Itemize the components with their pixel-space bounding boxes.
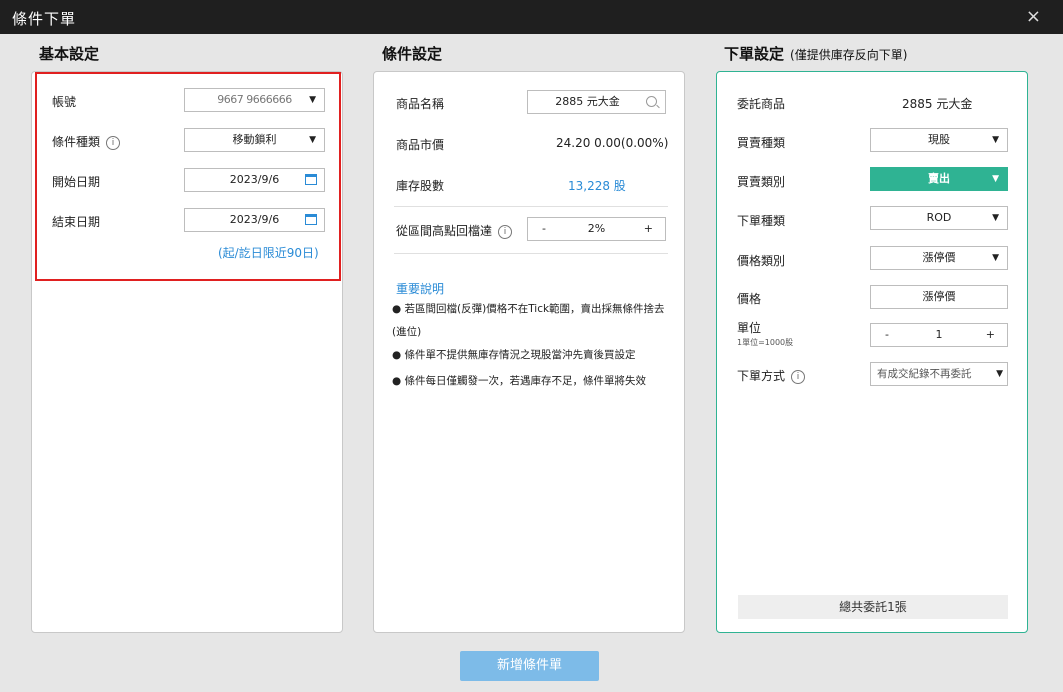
condition-type-label-text: 條件種類	[52, 135, 101, 149]
side-select[interactable]: 賣出 ▼	[870, 167, 1008, 191]
search-icon[interactable]	[646, 96, 657, 107]
divider	[394, 206, 668, 207]
unit-value: 1	[935, 328, 943, 341]
unit-sub-label: 1單位=1000股	[737, 338, 794, 347]
end-date-value: 2023/9/6	[229, 213, 280, 226]
decrement-button[interactable]: -	[542, 218, 546, 240]
add-condition-order-button[interactable]: 新增條件單	[460, 651, 599, 681]
market-price-value: 24.20 0.00(0.00%)	[556, 136, 669, 150]
note-item: ● 若區間回檔(反彈)價格不在Tick範圍，賣出採無條件捨去(進位)	[392, 303, 665, 338]
side-value: 賣出	[928, 172, 950, 185]
side-label: 買賣類別	[737, 175, 786, 189]
product-label: 委託商品	[737, 97, 786, 111]
start-date-field[interactable]: 2023/9/6	[184, 168, 325, 192]
pullback-value: 2%	[587, 222, 606, 235]
info-icon[interactable]: i	[498, 224, 513, 239]
unit-stepper[interactable]: - 1 +	[870, 323, 1008, 347]
price-label: 價格	[737, 292, 762, 306]
chevron-down-icon: ▼	[992, 135, 999, 145]
chevron-down-icon: ▼	[996, 369, 1003, 379]
trade-type-select[interactable]: 現股 ▼	[870, 128, 1008, 152]
conditional-order-window: 條件下單 × 基本設定 條件設定 下單設定 (僅提供庫存反向下單) 帳號 9667…	[0, 0, 1063, 692]
condition-type-value: 移動鎖利	[232, 133, 277, 146]
close-icon[interactable]: ×	[1026, 6, 1041, 27]
method-label-text: 下單方式	[737, 369, 786, 383]
condition-type-select[interactable]: 移動鎖利 ▼	[184, 128, 325, 152]
price-input[interactable]: 漲停價	[870, 285, 1008, 309]
product-value: 2885 元大金	[902, 97, 973, 111]
info-icon[interactable]: i	[791, 369, 806, 384]
condition-settings-panel: 商品名稱 2885 元大金 商品市價 24.20 0.00(0.00%) 庫存股…	[373, 71, 685, 633]
total-order-summary: 總共委託1張	[738, 595, 1008, 619]
basic-settings-title: 基本設定	[39, 45, 100, 63]
method-label: 下單方式 i	[737, 367, 806, 384]
chevron-down-icon: ▼	[992, 253, 999, 263]
note-item: ● 條件每日僅觸發一次，若遇庫存不足，條件單將失效	[392, 375, 646, 387]
pullback-stepper[interactable]: - 2% +	[527, 217, 666, 241]
calendar-icon[interactable]	[305, 214, 317, 225]
order-settings-title-text: 下單設定	[724, 45, 785, 63]
basic-settings-panel: 帳號 9667 9666666 ▼ 條件種類 i 移動鎖利 ▼ 開始日期 2023…	[31, 71, 343, 633]
order-type-select[interactable]: ROD ▼	[870, 206, 1008, 230]
unit-label: 單位	[737, 321, 762, 335]
chevron-down-icon: ▼	[992, 213, 999, 223]
condition-type-label: 條件種類 i	[52, 133, 121, 150]
price-type-label: 價格類別	[737, 254, 786, 268]
calendar-icon[interactable]	[305, 174, 317, 185]
info-icon[interactable]: i	[106, 135, 121, 150]
end-date-label: 結束日期	[52, 215, 101, 229]
note-item: ● 條件單不提供無庫存情況之現股當沖先賣後買設定	[392, 349, 636, 361]
account-label: 帳號	[52, 95, 77, 109]
increment-button[interactable]: +	[986, 324, 995, 346]
pullback-label-text: 從區間高點回檔達	[396, 224, 493, 238]
account-value: 9667 9666666	[217, 93, 292, 106]
divider	[394, 253, 668, 254]
order-settings-note: (僅提供庫存反向下單)	[790, 48, 908, 62]
method-select[interactable]: 有成交紀錄不再委託 ▼	[870, 362, 1008, 386]
unit-label-group: 單位 1單位=1000股	[737, 322, 793, 349]
product-name-value: 2885 元大金	[555, 95, 620, 108]
market-price-label: 商品市價	[396, 138, 445, 152]
order-type-label: 下單種類	[737, 214, 786, 228]
trade-type-value: 現股	[928, 133, 950, 146]
order-type-value: ROD	[926, 211, 952, 224]
window-title: 條件下單	[12, 10, 77, 28]
notes-title: 重要說明	[396, 282, 445, 296]
start-date-value: 2023/9/6	[229, 173, 280, 186]
chevron-down-icon: ▼	[309, 95, 316, 105]
increment-button[interactable]: +	[644, 218, 653, 240]
product-search-input[interactable]: 2885 元大金	[527, 90, 666, 114]
price-type-value: 漲停價	[922, 251, 956, 264]
pullback-label: 從區間高點回檔達 i	[396, 222, 513, 239]
date-range-note: (起/訖日限近90日)	[218, 246, 319, 260]
price-type-select[interactable]: 漲停價 ▼	[870, 246, 1008, 270]
decrement-button[interactable]: -	[885, 324, 889, 346]
method-value: 有成交紀錄不再委託	[877, 368, 972, 380]
inventory-label: 庫存股數	[396, 179, 445, 193]
chevron-down-icon: ▼	[992, 174, 999, 184]
product-name-label: 商品名稱	[396, 97, 445, 111]
account-select[interactable]: 9667 9666666 ▼	[184, 88, 325, 112]
price-value: 漲停價	[922, 290, 956, 303]
trade-type-label: 買賣種類	[737, 136, 786, 150]
title-bar: 條件下單 ×	[0, 0, 1063, 34]
order-settings-title: 下單設定 (僅提供庫存反向下單)	[724, 43, 907, 64]
chevron-down-icon: ▼	[309, 135, 316, 145]
start-date-label: 開始日期	[52, 175, 101, 189]
condition-settings-title: 條件設定	[382, 45, 443, 63]
order-settings-panel: 委託商品 2885 元大金 買賣種類 現股 ▼ 買賣類別 賣出 ▼ 下單種類 R…	[716, 71, 1028, 633]
inventory-value[interactable]: 13,228 股	[568, 177, 626, 194]
end-date-field[interactable]: 2023/9/6	[184, 208, 325, 232]
